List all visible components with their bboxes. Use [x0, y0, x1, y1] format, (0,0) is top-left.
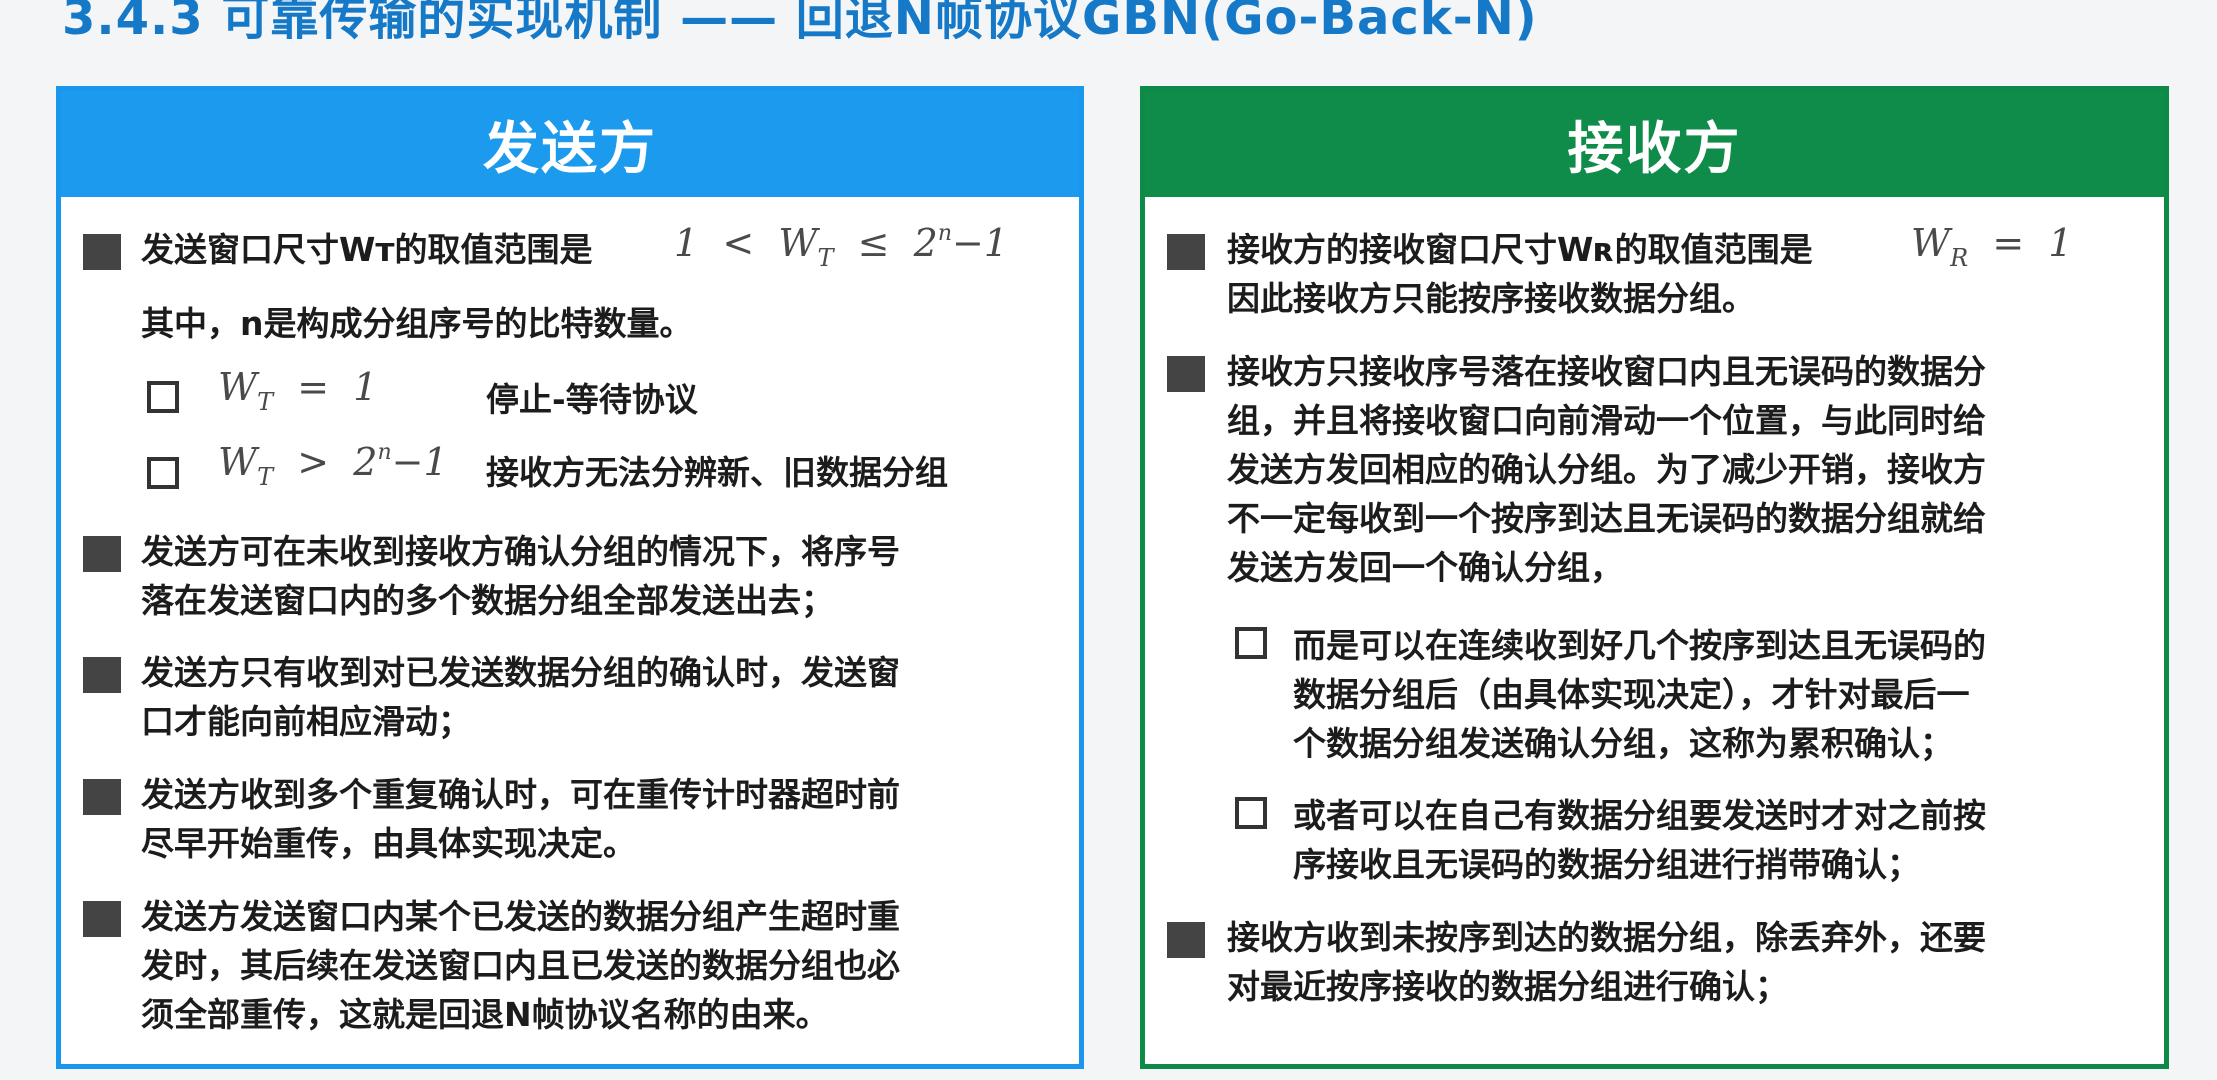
- receiver-item-in-order: 接收方只接收序号落在接收窗口内且无误码的数据分 组，并且将接收窗口向前滑动一个位…: [1167, 347, 1986, 592]
- receiver-sub-line: 序接收且无误码的数据分组进行捎带确认；: [1293, 845, 1920, 884]
- receiver-item-line: 发送方发回相应的确认分组。为了减少开销，接收方: [1227, 450, 1986, 489]
- sender-item-go-back-n: 发送方发送窗口内某个已发送的数据分组产生超时重 发时，其后续在发送窗口内且已发送…: [83, 892, 900, 1039]
- sender-item-window-size: 发送窗口尺寸Wт的取值范围是 其中，n是构成分组序号的比特数量。: [83, 225, 693, 348]
- sender-body: 发送窗口尺寸Wт的取值范围是 其中，n是构成分组序号的比特数量。 1 < WT …: [61, 197, 1079, 1064]
- receiver-sub-cumulative-ack: 而是可以在连续收到好几个按序到达且无误码的 数据分组后（由具体实现决定），才针对…: [1235, 621, 1986, 768]
- receiver-item-line: 接收方只接收序号落在接收窗口内且无误码的数据分: [1227, 352, 1986, 391]
- sender-item-line: 发时，其后续在发送窗口内且已发送的数据分组也必: [141, 946, 900, 985]
- receiver-item-line: 不一定每收到一个按序到达且无误码的数据分组就给: [1227, 499, 1986, 538]
- receiver-item-out-of-order: 接收方收到未按序到达的数据分组，除丢弃外，还要 对最近按序接收的数据分组进行确认…: [1167, 913, 1986, 1011]
- receiver-item-window-size: 接收方的接收窗口尺寸Wʀ的取值范围是 因此接收方只能按序接收数据分组。: [1167, 225, 1813, 323]
- square-bullet-icon: [83, 536, 121, 572]
- receiver-header: 接收方: [1145, 91, 2164, 197]
- sender-item-line: 尽早开始重传，由具体实现决定。: [141, 824, 636, 863]
- square-bullet-icon: [1167, 356, 1205, 392]
- receiver-item-line: 发送方发回一个确认分组，: [1227, 548, 1623, 587]
- square-bullet-icon: [83, 657, 121, 693]
- receiver-item-line: 因此接收方只能按序接收数据分组。: [1227, 279, 1755, 318]
- sender-item-line: 发送方收到多个重复确认时，可在重传计时器超时前: [141, 775, 900, 814]
- receiver-sub-line: 而是可以在连续收到好几个按序到达且无误码的: [1293, 626, 1986, 665]
- sender-item-pipelining: 发送方可在未收到接收方确认分组的情况下，将序号 落在发送窗口内的多个数据分组全部…: [83, 527, 900, 625]
- receiver-item-line: 接收方的接收窗口尺寸Wʀ的取值范围是: [1227, 230, 1813, 269]
- page-title: 3.4.3 可靠传输的实现机制 —— 回退N帧协议GBN(Go-Back-N): [62, 0, 1538, 46]
- sender-item-sliding: 发送方只有收到对已发送数据分组的确认时，发送窗 口才能向前相应滑动；: [83, 648, 900, 746]
- sender-panel: 发送方 发送窗口尺寸Wт的取值范围是 其中，n是构成分组序号的比特数量。 1 <…: [56, 86, 1084, 1069]
- receiver-sub-line: 或者可以在自己有数据分组要发送时才对之前按: [1293, 796, 1986, 835]
- sender-item-line: 发送方可在未收到接收方确认分组的情况下，将序号: [141, 532, 900, 571]
- sender-sub1-label: 停止-等待协议: [486, 380, 698, 419]
- square-bullet-icon: [83, 234, 121, 270]
- receiver-item-line: 接收方收到未按序到达的数据分组，除丢弃外，还要: [1227, 918, 1986, 957]
- checkbox-icon: [147, 457, 179, 489]
- sender-item-line: 须全部重传，这就是回退N帧协议名称的由来。: [141, 995, 829, 1034]
- receiver-sub-piggyback-ack: 或者可以在自己有数据分组要发送时才对之前按 序接收且无误码的数据分组进行捎带确认…: [1235, 791, 1986, 889]
- checkbox-icon: [1235, 797, 1267, 829]
- sender-item-line: 发送窗口尺寸Wт的取值范围是: [141, 230, 593, 269]
- sender-sub2-formula: WT > 2n−1: [218, 440, 448, 491]
- sender-header: 发送方: [61, 91, 1079, 197]
- square-bullet-icon: [83, 779, 121, 815]
- sender-sub1-formula: WT = 1: [218, 365, 378, 416]
- sender-window-formula: 1 < WT ≤ 2n−1: [674, 221, 1009, 272]
- receiver-item-line: 组，并且将接收窗口向前滑动一个位置，与此同时给: [1227, 401, 1986, 440]
- checkbox-icon: [147, 381, 179, 413]
- sender-sub2-label: 接收方无法分辨新、旧数据分组: [486, 453, 948, 492]
- sender-item-line: 落在发送窗口内的多个数据分组全部发送出去；: [141, 581, 834, 620]
- receiver-item-line: 对最近按序接收的数据分组进行确认；: [1227, 967, 1788, 1006]
- receiver-body: 接收方的接收窗口尺寸Wʀ的取值范围是 因此接收方只能按序接收数据分组。 WR =…: [1145, 197, 2164, 1064]
- sender-item-fast-retransmit: 发送方收到多个重复确认时，可在重传计时器超时前 尽早开始重传，由具体实现决定。: [83, 770, 900, 868]
- receiver-sub-line: 个数据分组发送确认分组，这称为累积确认；: [1293, 724, 1953, 763]
- checkbox-icon: [1235, 627, 1267, 659]
- square-bullet-icon: [1167, 234, 1205, 270]
- sender-item-line: 口才能向前相应滑动；: [141, 702, 471, 741]
- square-bullet-icon: [83, 901, 121, 937]
- receiver-sub-line: 数据分组后（由具体实现决定），才针对最后一: [1293, 675, 1970, 714]
- square-bullet-icon: [1167, 922, 1205, 958]
- sender-item-line: 发送方只有收到对已发送数据分组的确认时，发送窗: [141, 653, 900, 692]
- receiver-panel: 接收方 接收方的接收窗口尺寸Wʀ的取值范围是 因此接收方只能按序接收数据分组。 …: [1140, 86, 2169, 1069]
- receiver-window-formula: WR = 1: [1911, 221, 2073, 272]
- sender-item-line: 发送方发送窗口内某个已发送的数据分组产生超时重: [141, 897, 900, 936]
- sender-item-line: 其中，n是构成分组序号的比特数量。: [141, 304, 693, 343]
